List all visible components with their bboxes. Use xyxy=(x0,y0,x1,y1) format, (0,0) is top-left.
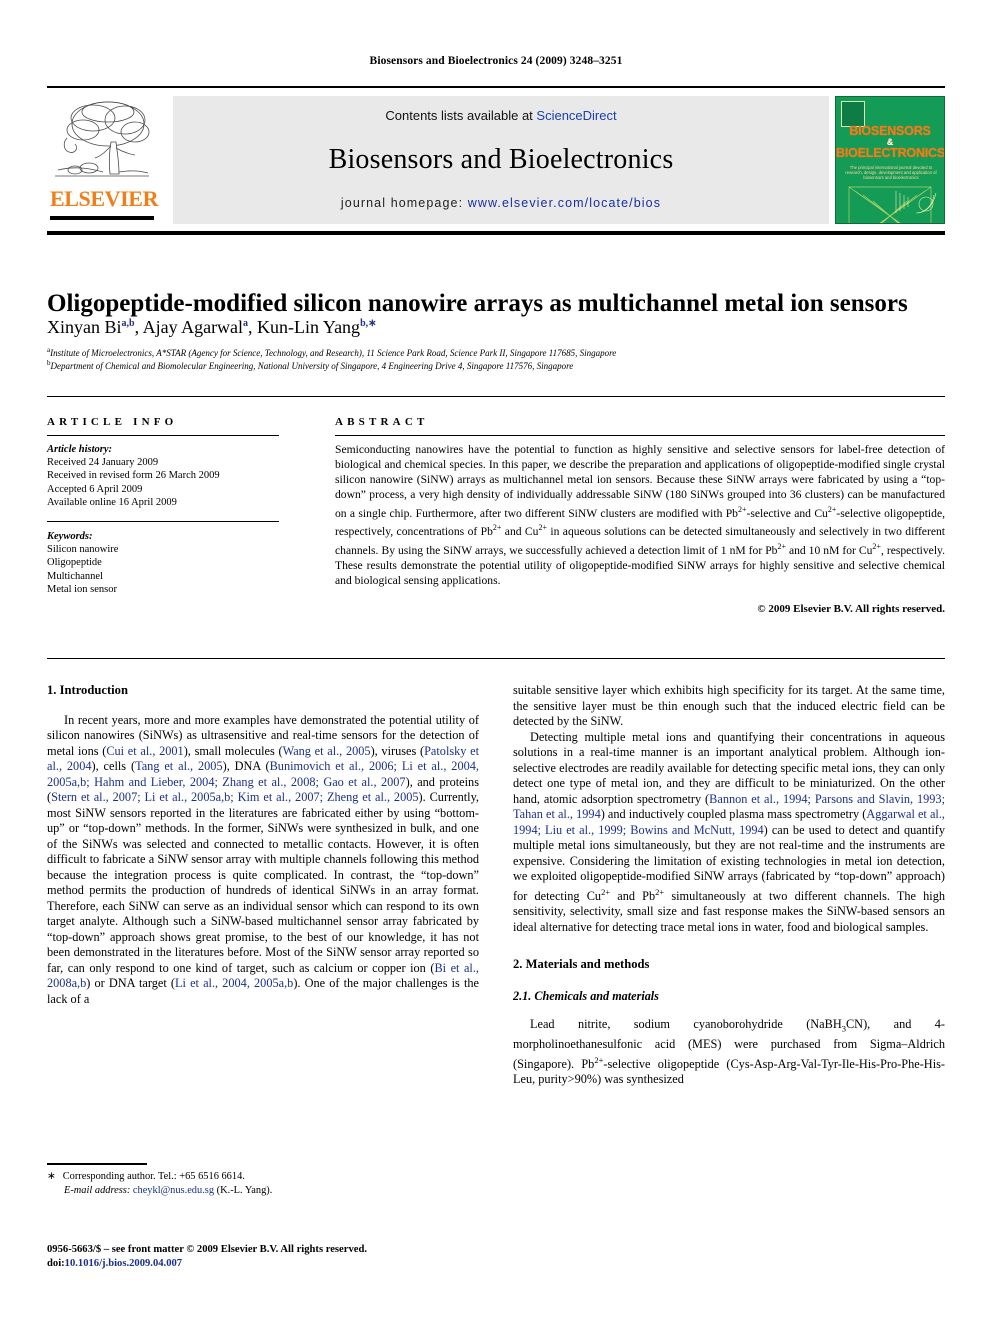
cover-title: BIOSENSORS & BIOELECTRONICS xyxy=(836,125,944,160)
issn-line: 0956-5663/$ – see front matter © 2009 El… xyxy=(47,1244,367,1255)
journal-homepage-line: journal homepage: www.elsevier.com/locat… xyxy=(173,196,829,210)
elsevier-underline xyxy=(50,216,154,220)
article-info-heading: ARTICLE INFO xyxy=(47,416,178,428)
author-list: Xinyan Bia,b, Ajay Agarwala, Kun-Lin Yan… xyxy=(47,317,377,337)
author-1-name: Xinyan Bi xyxy=(47,317,122,337)
doi-line: doi:10.1016/j.bios.2009.04.007 xyxy=(47,1257,479,1271)
imprint-block: 0956-5663/$ – see front matter © 2009 El… xyxy=(47,1243,479,1270)
elsevier-tree-icon xyxy=(55,101,150,177)
contents-prefix: Contents lists available at xyxy=(385,108,537,123)
keywords-label: Keywords: xyxy=(47,531,93,543)
footnote-divider xyxy=(47,1163,147,1165)
doi-label: doi: xyxy=(47,1257,65,1269)
intro-paragraph: In recent years, more and more examples … xyxy=(47,712,480,1006)
article-history-item: Received in revised form 26 March 2009 xyxy=(47,470,220,482)
author-3-name: Kun-Lin Yang xyxy=(257,317,361,337)
corresponding-author-text: Corresponding author. Tel.: +65 6516 661… xyxy=(62,1171,245,1182)
keyword-item: Silicon nanowire xyxy=(47,544,119,556)
affiliation-b-text: Department of Chemical and Biomolecular … xyxy=(50,361,574,371)
cover-title-line2: BIOELECTRONICS xyxy=(836,146,945,160)
abstract-heading: ABSTRACT xyxy=(335,416,429,428)
abstract-copyright: © 2009 Elsevier B.V. All rights reserved… xyxy=(757,602,945,615)
journal-masthead: ELSEVIER Contents lists available at Sci… xyxy=(47,86,945,226)
keyword-item: Multichannel xyxy=(47,570,103,582)
intro-continuation-paragraph: suitable sensitive layer which exhibits … xyxy=(513,683,945,728)
author-1-affil-marker: a,b xyxy=(121,318,135,329)
affiliation-b: bDepartment of Chemical and Biomolecular… xyxy=(47,357,947,372)
article-info-top-rule xyxy=(47,396,945,397)
homepage-label: journal homepage: xyxy=(340,196,464,210)
email-note: E-mail address: cheykl@nus.edu.sg (K.-L.… xyxy=(47,1184,479,1198)
body-column-right: suitable sensitive layer which exhibits … xyxy=(513,683,945,1088)
sciencedirect-link[interactable]: ScienceDirect xyxy=(536,108,616,123)
subsection-heading-chemicals: 2.1. Chemicals and materials xyxy=(513,988,659,1003)
author-2-affil-marker: a xyxy=(243,318,249,329)
contents-available-line: Contents lists available at ScienceDirec… xyxy=(173,108,829,123)
journal-cover-thumbnail: BIOSENSORS & BIOELECTRONICS The principa… xyxy=(835,96,945,224)
cover-title-line1: BIOSENSORS xyxy=(849,124,931,138)
article-history-item: Accepted 6 April 2009 xyxy=(47,483,143,495)
section-heading-materials: 2. Materials and methods xyxy=(513,957,650,972)
abstract-rule xyxy=(335,435,945,436)
keyword-item: Oligopeptide xyxy=(47,557,102,569)
body-column-left: 1. Introduction In recent years, more an… xyxy=(47,683,479,1007)
email-label: E-mail address: xyxy=(64,1184,131,1196)
elsevier-logo: ELSEVIER xyxy=(47,96,169,224)
abstract-bottom-rule xyxy=(47,658,945,659)
homepage-url-link[interactable]: www.elsevier.com/locate/bios xyxy=(468,196,661,210)
metal-ion-detection-paragraph: Detecting multiple metal ions and quanti… xyxy=(513,729,945,934)
article-history-item: Received 24 January 2009 xyxy=(47,457,159,469)
elsevier-wordmark: ELSEVIER xyxy=(50,186,159,211)
masthead-bottom-rule xyxy=(47,231,945,235)
email-link[interactable]: cheykl@nus.edu.sg xyxy=(133,1185,214,1196)
article-history-label: Article history: xyxy=(47,444,113,455)
paper-page: Biosensors and Bioelectronics 24 (2009) … xyxy=(0,0,992,1323)
masthead-center-panel: Contents lists available at ScienceDirec… xyxy=(173,96,829,224)
cover-subtitle: The principal international journal devo… xyxy=(845,165,937,180)
article-history-item: Available online 16 April 2009 xyxy=(47,496,177,508)
abstract-column: Semiconducting nanowires have the potent… xyxy=(335,443,945,617)
keyword-item: Metal ion sensor xyxy=(47,583,117,595)
journal-title: Biosensors and Bioelectronics xyxy=(328,144,674,175)
author-2-name: Ajay Agarwal xyxy=(142,317,244,337)
running-head: Biosensors and Bioelectronics 24 (2009) … xyxy=(369,55,623,67)
section-heading-introduction: 1. Introduction xyxy=(47,683,128,697)
abstract-paragraph: Semiconducting nanowires have the potent… xyxy=(335,443,945,587)
doi-link[interactable]: 10.1016/j.bios.2009.04.007 xyxy=(65,1258,182,1269)
chemicals-paragraph: Lead nitrite, sodium cyanoborohydride (N… xyxy=(513,1017,945,1087)
corresponding-author-marker: ∗ xyxy=(47,1171,56,1182)
footnote-block: ∗ Corresponding author. Tel.: +65 6516 66… xyxy=(47,1170,479,1197)
article-info-column: Article history: Received 24 January 200… xyxy=(47,443,287,596)
article-info-rule xyxy=(47,435,279,436)
author-3-affil-marker: b,∗ xyxy=(360,318,377,329)
cover-footer-graphic xyxy=(895,191,937,214)
article-info-divider xyxy=(47,521,279,523)
email-owner: (K.-L. Yang). xyxy=(216,1184,273,1196)
corresponding-author-note: ∗ Corresponding author. Tel.: +65 6516 66… xyxy=(47,1170,479,1184)
